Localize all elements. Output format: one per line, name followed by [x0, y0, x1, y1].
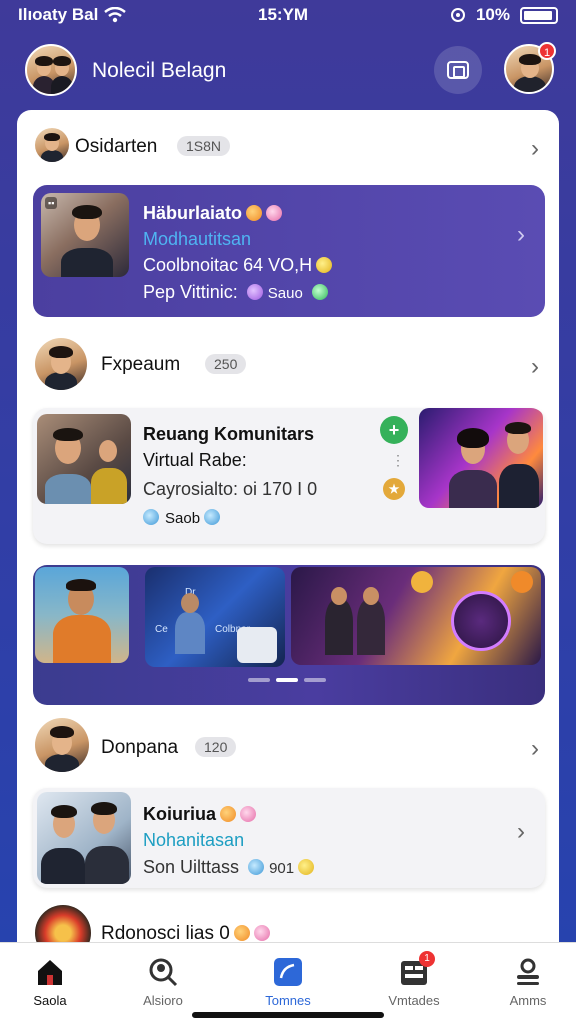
nav-label: Saola	[33, 993, 67, 1008]
smile-emoji-icon	[298, 859, 315, 875]
home-icon	[35, 957, 65, 987]
star-icon[interactable]: ★	[383, 478, 405, 500]
page-title: Nolecil Belagn	[92, 59, 227, 82]
card-thumbnail: ▪▪	[41, 193, 129, 277]
nav-label: Tomnes	[265, 993, 311, 1008]
nav-item-profile[interactable]: Amms	[478, 957, 576, 1008]
carousel-image-2[interactable]: Dr Ce Colbnar	[145, 567, 285, 667]
community-card[interactable]: Reuang Komunitars Virtual Rabe: Cayrosia…	[33, 408, 545, 544]
card-title: Koiuriua	[143, 804, 257, 825]
group-card[interactable]: Koiuriua Nohanitasan Son Uilttass 901 ›	[33, 788, 545, 888]
status-left: Ilıoaty Bal	[18, 5, 127, 25]
alarm-icon	[450, 8, 465, 22]
status-right: 10%	[450, 5, 558, 25]
chevron-right-icon[interactable]: ›	[531, 735, 539, 763]
carousel-dot[interactable]	[304, 678, 326, 682]
card-detail: Coolbnoitac 64 VO,H	[143, 255, 333, 276]
wifi-icon	[104, 7, 127, 23]
card-subtitle: Virtual Rabe:	[143, 450, 247, 470]
switch-view-button[interactable]	[434, 46, 482, 94]
banner-text: Ce	[155, 624, 168, 635]
sun-emoji-icon	[220, 806, 237, 822]
gift-emoji-icon	[311, 284, 328, 300]
battery-icon	[520, 6, 558, 24]
section-header-fxpeaum[interactable]: Fxpeaum 250 ›	[17, 338, 559, 394]
chat-emoji-icon	[204, 509, 221, 525]
compose-icon	[273, 957, 303, 987]
nav-item-compose[interactable]: Tomnes	[238, 957, 338, 1008]
globe-icon	[143, 509, 159, 525]
chat-emoji-icon	[248, 859, 265, 875]
section-title: Donpana	[101, 737, 179, 758]
card-thumbnail	[37, 414, 131, 504]
carousel-image-3[interactable]	[291, 567, 541, 665]
carousel-dot[interactable]	[276, 678, 298, 682]
group-avatar[interactable]	[25, 44, 77, 96]
more-icon[interactable]: ⋮	[391, 452, 405, 469]
event-thumbnail[interactable]	[419, 408, 543, 508]
chevron-right-icon[interactable]: ›	[517, 818, 525, 846]
featured-card[interactable]: ▪▪ Häburlaiato Modhautitsan Coolbnoitac …	[33, 185, 545, 317]
dashboard-icon: 1	[399, 951, 435, 987]
nav-label: Alsioro	[143, 993, 183, 1008]
section-avatar	[35, 338, 87, 390]
nav-label: Vmtades	[388, 993, 440, 1008]
promo-carousel[interactable]: Dr Ce Colbnar	[33, 565, 545, 705]
section-avatar	[35, 128, 69, 162]
section-count-badge: 1S8N	[177, 136, 231, 156]
switch-view-icon	[447, 61, 469, 79]
section-title: Fxpeaum	[101, 354, 181, 375]
search-user-icon	[148, 957, 178, 987]
card-title: Reuang Komunitars	[143, 424, 315, 444]
smile-emoji-icon	[316, 257, 333, 273]
emoji-icon	[233, 925, 250, 941]
nav-item-home[interactable]: Saola	[0, 957, 100, 1008]
card-subtitle: Nohanitasan	[143, 830, 245, 850]
battery-percent: 10%	[475, 5, 510, 24]
section-count-badge: 120	[195, 737, 237, 757]
notification-badge: 1	[538, 42, 556, 60]
section-title: Osidarten	[75, 136, 158, 157]
section-header-osidarten[interactable]: Osidarten 1S8N ›	[17, 122, 559, 172]
profile-icon	[513, 957, 543, 987]
nav-label: Amms	[509, 993, 547, 1008]
thumb-tag: ▪▪	[45, 197, 58, 209]
carousel-image-1[interactable]	[35, 567, 129, 663]
chevron-right-icon[interactable]: ›	[531, 353, 539, 381]
chevron-right-icon[interactable]: ›	[531, 135, 539, 163]
card-title: Häburlaiato	[143, 203, 283, 224]
status-bar: Ilıoaty Bal 15:YM 10%	[0, 0, 576, 30]
card-detail: Son Uilttass 901	[143, 857, 315, 878]
badge-emoji-icon	[246, 284, 263, 300]
section-header-donpana[interactable]: Donpana 120 ›	[17, 718, 559, 774]
nav-item-dashboard[interactable]: 1 Vmtades	[364, 951, 464, 1008]
card-meta: Pep Vittinic: Sauo	[143, 282, 328, 303]
app-header: Nolecil Belagn 1	[0, 40, 576, 100]
chevron-right-icon[interactable]: ›	[517, 221, 525, 249]
section-count-badge: 250	[205, 354, 247, 374]
carousel-dot[interactable]	[248, 678, 270, 682]
carousel-pagination[interactable]	[248, 678, 326, 682]
status-time: 15:YM	[258, 5, 309, 24]
feed-panel: Osidarten 1S8N › ▪▪ Häburlaiato Modhauti…	[17, 110, 559, 970]
add-icon[interactable]: +	[380, 416, 408, 444]
carrier-label: Ilıoaty Bal	[18, 5, 99, 24]
section-avatar	[35, 718, 89, 772]
flower-emoji-icon	[266, 205, 283, 221]
nav-item-search[interactable]: Alsioro	[113, 957, 213, 1008]
gift-emoji-icon	[253, 925, 270, 941]
nav-badge: 1	[419, 951, 435, 967]
flower-emoji-icon	[240, 806, 257, 822]
card-subtitle: Modhautitsan	[143, 229, 252, 249]
card-detail: Cayrosialto: oi 170 I 0	[143, 479, 318, 499]
card-footer: Saob	[143, 509, 221, 527]
emoji-icon	[246, 205, 263, 221]
home-indicator	[192, 1012, 384, 1018]
card-thumbnail	[37, 792, 131, 884]
